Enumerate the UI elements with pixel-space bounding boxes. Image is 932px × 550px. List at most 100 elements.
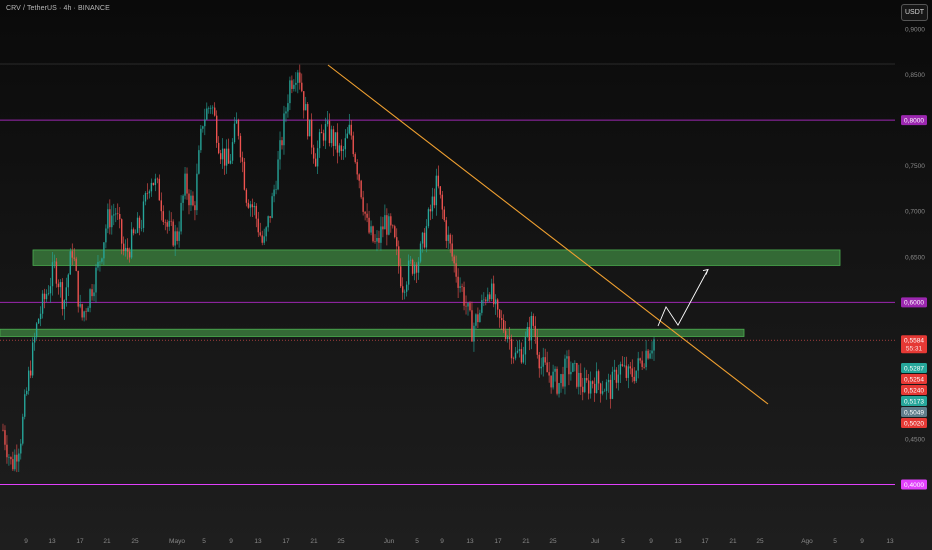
indicator-badge-text: 0,5020 (904, 420, 924, 427)
candle-body (95, 267, 97, 293)
candle-body (382, 226, 384, 230)
upper-zone-rect[interactable] (32, 249, 841, 266)
candle-body (495, 299, 497, 305)
candle-body (309, 119, 311, 137)
candle-body (360, 180, 362, 198)
candle-body (208, 108, 210, 109)
candle-body (204, 119, 206, 127)
price-chart[interactable]: 0,9000 0,8500 0,7500 0,7000 0,6500 0,4500 9 13 1… (0, 0, 932, 550)
candle-body (136, 217, 139, 233)
candle-body (117, 213, 119, 215)
candle-body (344, 138, 347, 150)
time-tick-label: 5 (621, 538, 625, 545)
candle-body (148, 191, 151, 194)
candle-body (645, 350, 647, 368)
candle-body (461, 286, 463, 288)
candle-body (588, 380, 590, 394)
candle-body (394, 226, 396, 238)
candle-body (132, 229, 135, 234)
descending-trendline[interactable] (327, 64, 769, 405)
candle-body (570, 371, 572, 375)
candle-body (73, 257, 75, 259)
candle-body (362, 197, 364, 212)
level-badge-text: 0,8000 (904, 117, 924, 124)
time-tick-label: 5 (833, 538, 837, 545)
currency-button[interactable]: USDT (901, 4, 928, 21)
symbol-title[interactable]: CRV / TetherUS · 4h · BINANCE (6, 5, 110, 12)
candle-body (544, 357, 546, 363)
candle-body (49, 286, 52, 294)
time-tick-label: 9 (24, 538, 28, 545)
candle-body (346, 133, 348, 139)
candle-body (530, 315, 533, 341)
candle-body (188, 193, 190, 206)
candle-body (504, 330, 507, 339)
time-tick-label: 9 (229, 538, 233, 545)
candle-body (358, 174, 360, 181)
time-tick-label: Jul (591, 538, 600, 545)
candle-body (140, 227, 143, 229)
candle-body (233, 123, 236, 143)
candle-body (376, 237, 378, 242)
candle-body (580, 372, 582, 387)
candle-body (51, 262, 54, 287)
candle-body (326, 120, 329, 125)
candle-body (611, 371, 614, 399)
candle-body (146, 193, 149, 194)
candle-body (457, 276, 459, 288)
candle-body (249, 204, 252, 208)
candle-body (322, 133, 325, 141)
time-tick-label: 9 (860, 538, 864, 545)
candle-body (403, 291, 406, 293)
candle-body (489, 294, 491, 300)
time-tick-label: 17 (76, 538, 84, 545)
candle-body (564, 358, 566, 387)
candle-body (297, 72, 299, 83)
candle-body (576, 363, 578, 387)
candle-body (53, 261, 56, 263)
time-tick-label: 25 (549, 538, 557, 545)
candle-body (14, 454, 16, 470)
candle-body (356, 162, 358, 175)
projection-path[interactable] (657, 269, 709, 327)
candle-body (445, 220, 447, 241)
candle-body (6, 444, 8, 458)
candle-body (340, 145, 343, 152)
candle-body (398, 246, 400, 267)
candle-body (99, 261, 101, 263)
candle-body (67, 274, 69, 288)
candle-body (578, 372, 580, 387)
candle-body (512, 358, 515, 359)
candle-body (479, 312, 481, 323)
candle-body (33, 337, 36, 343)
candle-body (601, 391, 604, 394)
candle-body (421, 232, 424, 244)
candle-body (172, 221, 174, 246)
candle-body (164, 221, 166, 223)
candle-body (625, 365, 627, 378)
candle-body (190, 195, 192, 206)
time-tick-label: 9 (440, 538, 444, 545)
level-badge-text: 0,4000 (904, 482, 924, 489)
candle-body (599, 383, 602, 394)
candle-body (407, 260, 410, 285)
candle-body (303, 91, 305, 111)
candle-body (69, 251, 71, 275)
candle-body (271, 196, 273, 218)
candle-body (210, 107, 212, 109)
time-tick-label: Ago (801, 538, 813, 545)
candle-body (263, 236, 265, 243)
candle-body (330, 129, 333, 144)
candle-body (180, 202, 182, 232)
candle-body (324, 124, 327, 141)
candle-body (281, 140, 283, 146)
candle-body (621, 364, 624, 366)
candle-body (154, 178, 157, 186)
symbol-name: CRV / TetherUS (6, 5, 57, 12)
time-tick-label: 17 (701, 538, 709, 545)
candle-body (400, 266, 402, 287)
candle-body (243, 161, 246, 190)
lower-zone-rect[interactable] (0, 328, 745, 337)
candle-body (194, 205, 196, 211)
candle-body (528, 327, 531, 341)
